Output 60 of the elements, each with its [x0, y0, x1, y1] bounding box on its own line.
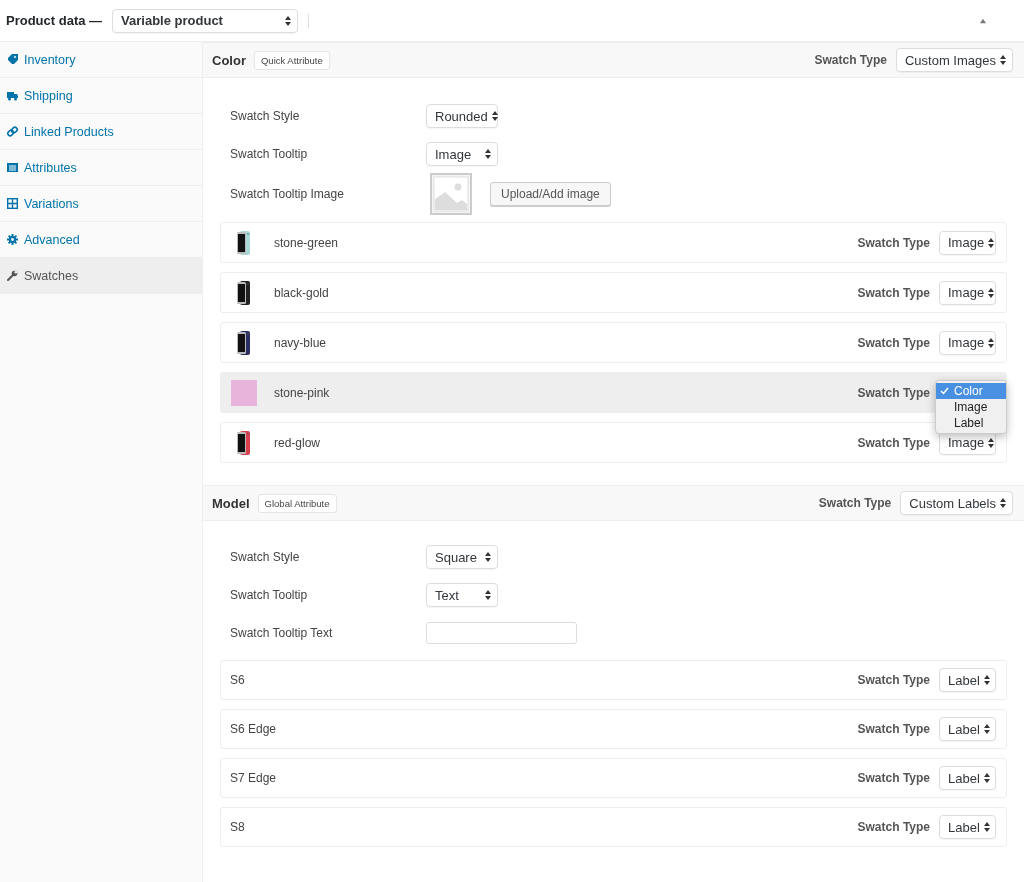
setting-select[interactable]: Square: [426, 545, 498, 569]
swatch-type-label: Swatch Type: [857, 235, 930, 250]
swatch-type-select[interactable]: Label: [939, 668, 996, 692]
term-row[interactable]: stone-green Swatch Type Image: [220, 222, 1007, 263]
swatch-type-label: Swatch Type: [818, 496, 892, 510]
term-name: red-glow: [274, 435, 321, 450]
attribute-badge: Quick Attribute: [253, 50, 330, 70]
setting-select[interactable]: Text: [426, 583, 498, 607]
upload-image-button[interactable]: Upload/Add image: [490, 182, 611, 206]
setting-label: Swatch Tooltip Text: [230, 626, 334, 640]
swatch-type-label: Swatch Type: [814, 53, 887, 67]
product-type-select[interactable]: Variable product: [112, 8, 299, 33]
term-row[interactable]: black-gold Swatch Type Image: [220, 272, 1007, 313]
panel-title: Product data —: [6, 13, 103, 28]
attribute-name: Model: [212, 495, 250, 511]
term-name: stone-pink: [274, 385, 330, 400]
setting-label: Swatch Style: [230, 109, 301, 123]
swatch-type-select[interactable]: Image: [939, 280, 996, 305]
swatch-type-select[interactable]: Label: [939, 766, 996, 790]
swatch-type-label: Swatch Type: [857, 673, 930, 687]
attribute-badge: Global Attribute: [257, 493, 337, 513]
swatch-type-select[interactable]: Image: [939, 230, 996, 255]
setting-select[interactable]: Rounded: [426, 104, 498, 128]
term-row[interactable]: S6 Swatch Type Label: [220, 660, 1007, 700]
term-row[interactable]: navy-blue Swatch Type Image: [220, 322, 1007, 363]
dropdown-option[interactable]: Image: [936, 399, 1006, 415]
term-name: S6: [230, 673, 245, 687]
term-name: S6 Edge: [230, 722, 277, 736]
swatch-type-label: Swatch Type: [857, 820, 930, 834]
swatch-type-select[interactable]: Image: [939, 330, 996, 355]
term-name: S8: [230, 820, 245, 834]
sidebar-tab[interactable]: Swatches: [0, 258, 202, 294]
term-row[interactable]: S8 Swatch Type Label: [220, 807, 1007, 847]
term-name: S7 Edge: [230, 771, 277, 785]
sidebar-tab[interactable]: Linked Products: [0, 114, 202, 150]
sidebar-tab[interactable]: Inventory: [0, 42, 202, 78]
swatch-type-label: Swatch Type: [857, 435, 930, 450]
setting-label: Swatch Style: [230, 550, 301, 564]
swatch-type-select[interactable]: Custom Images: [895, 48, 1013, 72]
sidebar-tab[interactable]: Attributes: [0, 150, 202, 186]
setting-label: Swatch Tooltip: [230, 588, 309, 602]
term-name: black-gold: [274, 285, 329, 300]
swatch-type-select[interactable]: Custom Labels: [900, 491, 1013, 515]
term-name: stone-green: [274, 235, 339, 250]
sidebar-tab[interactable]: Variations: [0, 186, 202, 222]
term-row[interactable]: S6 Edge Swatch Type Label: [220, 709, 1007, 749]
term-name: navy-blue: [274, 335, 327, 350]
sidebar-tab[interactable]: Shipping: [0, 78, 202, 114]
swatch-type-label: Swatch Type: [857, 771, 930, 785]
setting-label: Swatch Tooltip Image: [230, 187, 345, 201]
attribute-name: Color: [212, 52, 246, 68]
swatch-type-label: Swatch Type: [857, 285, 930, 300]
setting-label: Swatch Tooltip: [230, 147, 309, 161]
term-row[interactable]: S7 Edge Swatch Type Label: [220, 758, 1007, 798]
setting-select[interactable]: Image: [426, 142, 498, 166]
swatch-type-select[interactable]: Label: [939, 717, 996, 741]
swatch-type-label: Swatch Type: [857, 335, 930, 350]
swatch-type-select[interactable]: Label: [939, 815, 996, 839]
swatch-type-label: Swatch Type: [857, 385, 930, 400]
swatch-type-label: Swatch Type: [857, 722, 930, 736]
